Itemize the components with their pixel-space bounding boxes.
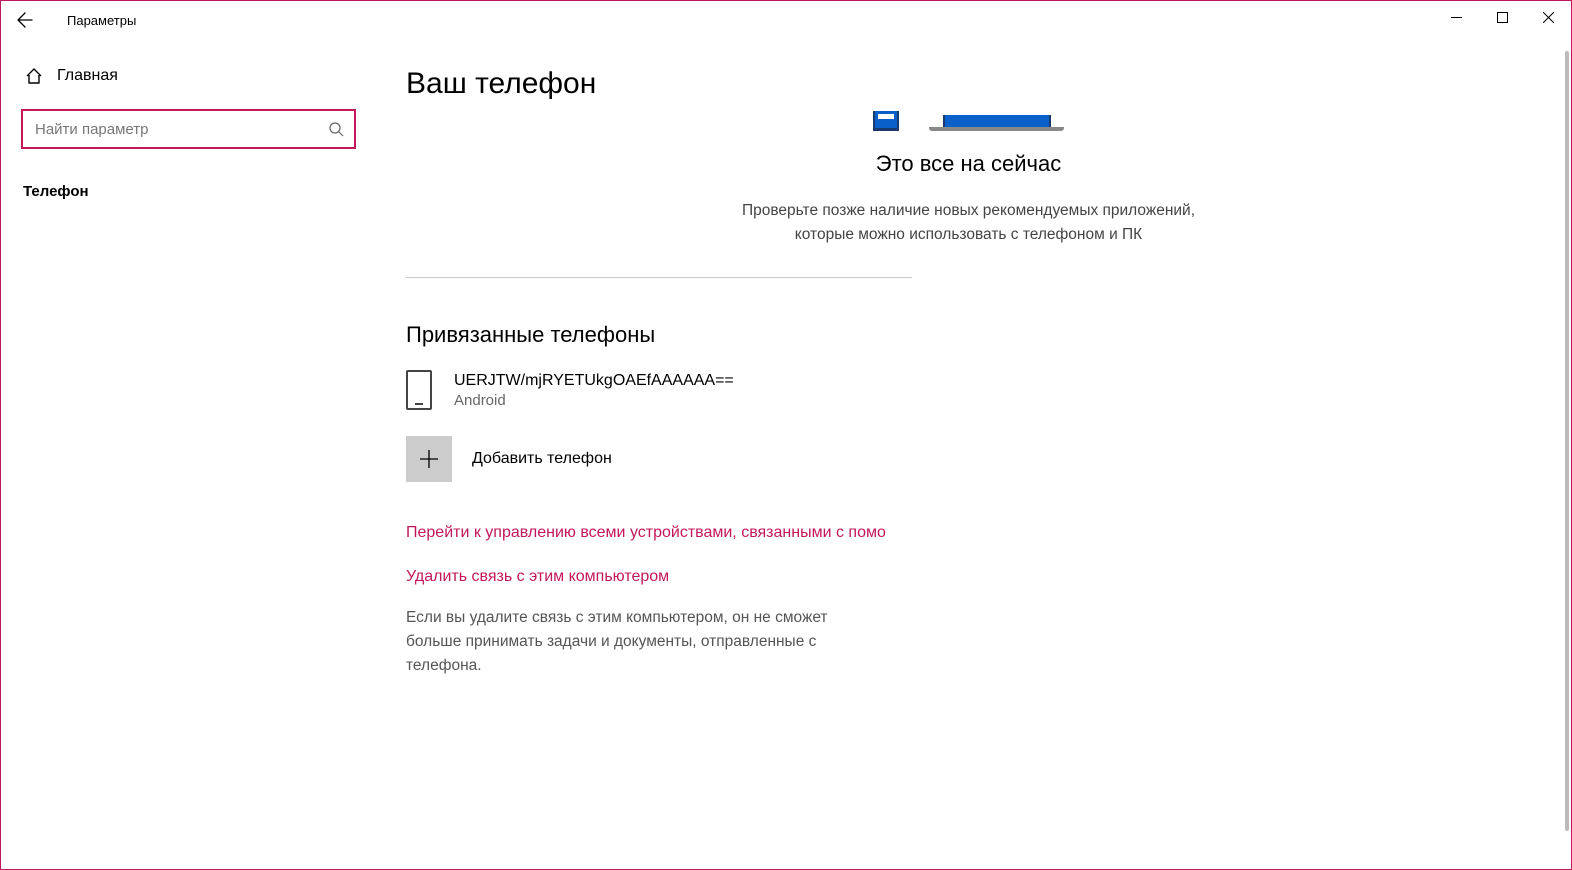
window-title: Параметры [67,13,136,28]
scrollbar[interactable] [1565,51,1569,831]
search-input[interactable] [35,121,329,138]
linked-phones-title: Привязанные телефоны [406,322,1531,348]
maximize-icon [1497,12,1508,23]
add-phone-button[interactable]: Добавить телефон [406,436,1531,482]
home-label: Главная [57,67,118,85]
titlebar: Параметры [1,1,1571,39]
phone-platform: Android [454,392,734,409]
settings-window: Параметры Главная [0,0,1572,870]
add-tile [406,436,452,482]
divider [406,277,912,278]
main-content: Ваш телефон Это все на сейчас Проверьте … [376,39,1571,869]
search-icon [329,122,344,137]
phone-illustration-icon [873,111,899,131]
close-button[interactable] [1525,1,1571,33]
unlink-description: Если вы удалите связь с этим компьютером… [406,606,886,678]
plus-icon [419,449,439,469]
devices-illustration [714,111,1224,131]
window-controls [1433,1,1571,33]
manage-devices-link[interactable]: Перейти к управлению всеми устройствами,… [406,524,1531,542]
laptop-illustration-icon [929,115,1064,131]
minimize-button[interactable] [1433,1,1479,33]
linked-phone-item: UERJTW/mjRYETUkgOAEfAAAAAA== Android [406,370,1531,410]
hero-description: Проверьте позже наличие новых рекомендуе… [714,199,1224,247]
phone-device-icon [406,370,432,410]
add-phone-label: Добавить телефон [472,450,612,468]
hero-title: Это все на сейчас [714,151,1224,177]
phone-name: UERJTW/mjRYETUkgOAEfAAAAAA== [454,372,734,390]
unlink-computer-link[interactable]: Удалить связь с этим компьютером [406,568,1531,586]
close-icon [1543,12,1554,23]
minimize-icon [1451,12,1462,23]
back-button[interactable] [1,1,49,39]
body: Главная Телефон Ваш телефон [1,39,1571,869]
hero-section: Это все на сейчас Проверьте позже наличи… [714,111,1224,247]
back-arrow-icon [17,12,33,28]
maximize-button[interactable] [1479,1,1525,33]
nav-item-phone[interactable]: Телефон [21,177,356,206]
home-icon [25,67,43,85]
sidebar: Главная Телефон [1,39,376,869]
home-nav[interactable]: Главная [21,67,356,85]
phone-info: UERJTW/mjRYETUkgOAEfAAAAAA== Android [454,372,734,409]
page-title: Ваш телефон [406,67,1531,101]
search-box[interactable] [21,109,356,149]
